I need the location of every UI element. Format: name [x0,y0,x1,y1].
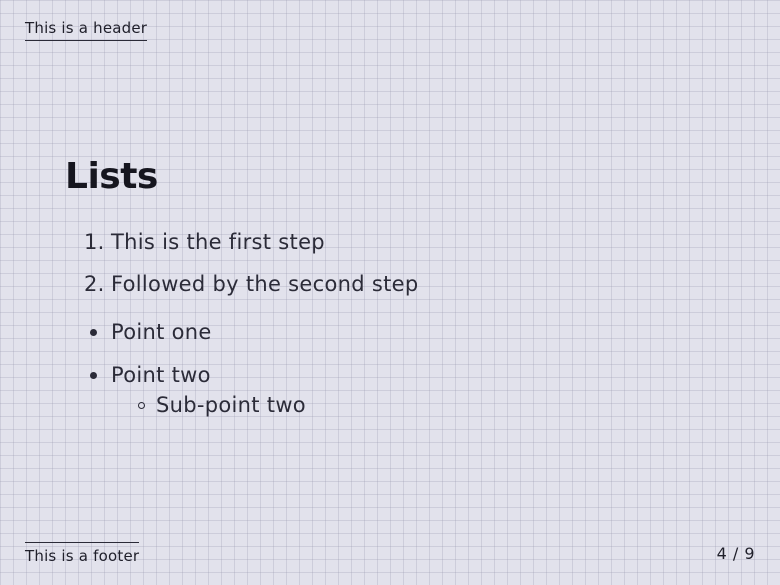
list-item-text: Point one [111,319,212,344]
bullet-list-item: Point one [90,319,306,345]
list-item-number: 1. [84,230,105,254]
bullet-disc-icon [90,371,97,379]
slide: This is a header Lists 1. This is the fi… [0,0,780,585]
list-item-text: This is the first step [111,230,325,254]
bullet-circle-icon [138,401,145,409]
sub-list-item: Sub-point two [138,392,306,418]
list-item-text: Followed by the second step [111,272,419,296]
page-number: 4 / 9 [716,544,755,563]
ordered-list-item: 2. Followed by the second step [84,272,418,314]
bullet-disc-icon [90,328,97,336]
sub-list-item-text: Sub-point two [156,392,306,417]
slide-header: This is a header [25,19,148,41]
list-item-text: Point two [111,362,211,387]
bullet-list-item: Point two Sub-point two [90,362,306,418]
slide-footer: This is a footer [25,542,140,565]
sub-list: Sub-point two [138,392,306,418]
list-item-number: 2. [84,272,105,296]
bullet-list: Point one Point two Sub-point two [90,319,306,435]
slide-title: Lists [65,156,158,197]
ordered-list-item: 1. This is the first step [84,230,418,272]
ordered-list: 1. This is the first step 2. Followed by… [84,230,418,314]
